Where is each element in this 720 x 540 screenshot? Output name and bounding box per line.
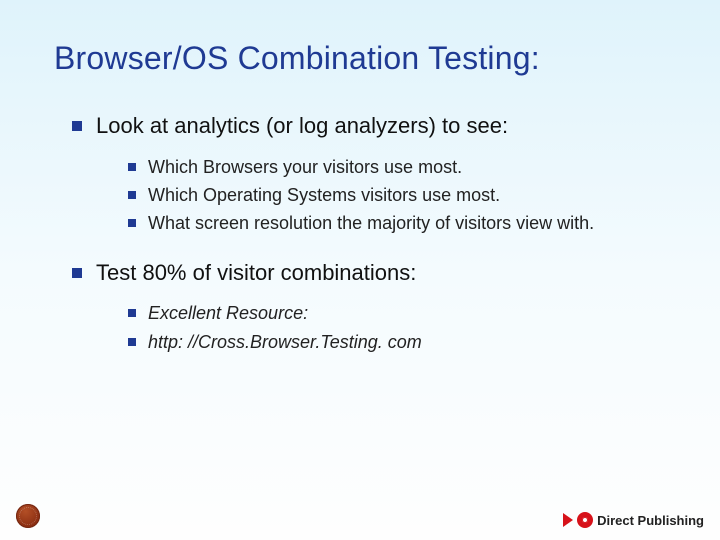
seal-icon (16, 504, 40, 528)
bullet-text: Test 80% of visitor combinations: (96, 260, 416, 285)
sub-bullet-item: Excellent Resource: (128, 301, 666, 325)
bullet-list: Look at analytics (or log analyzers) to … (72, 111, 666, 354)
footer-right-brand: Direct Publishing (597, 513, 704, 528)
brand-text: Direct Publishing (597, 513, 704, 528)
arrow-icon (563, 513, 573, 527)
sub-bullet-list: Excellent Resource: http: //Cross.Browse… (128, 301, 666, 354)
slide-title: Browser/OS Combination Testing: (54, 40, 666, 77)
footer-right-logo: Direct Publishing (563, 512, 704, 528)
slide: Browser/OS Combination Testing: Look at … (0, 0, 720, 540)
sub-bullet-item: http: //Cross.Browser.Testing. com (128, 330, 666, 354)
sub-bullet-item: Which Operating Systems visitors use mos… (128, 183, 666, 207)
sub-bullet-list: Which Browsers your visitors use most. W… (128, 155, 666, 236)
bullet-item: Test 80% of visitor combinations: Excell… (72, 258, 666, 354)
bullet-item: Look at analytics (or log analyzers) to … (72, 111, 666, 236)
footer: Direct Publishing (16, 492, 704, 528)
sub-bullet-item: What screen resolution the majority of v… (128, 211, 666, 235)
footer-left-logo (16, 504, 46, 528)
sub-bullet-item: Which Browsers your visitors use most. (128, 155, 666, 179)
bullet-text: Look at analytics (or log analyzers) to … (96, 113, 508, 138)
target-icon (577, 512, 593, 528)
